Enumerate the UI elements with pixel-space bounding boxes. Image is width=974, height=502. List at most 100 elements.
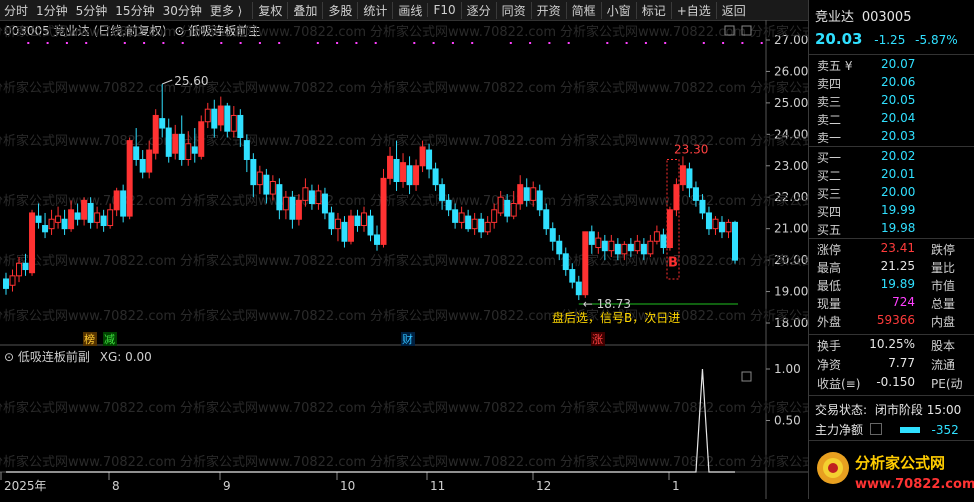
toolbar-button-1[interactable]: 叠加 — [287, 1, 322, 19]
candle-body — [126, 140, 133, 217]
x-tick-label: 10 — [340, 479, 355, 493]
watermark: 分析家公式网www.70822.com — [180, 308, 366, 324]
toolbar-button-9[interactable]: 简框 — [565, 1, 601, 19]
signal-dot — [471, 42, 474, 44]
candle-body — [263, 174, 270, 195]
candle-body — [595, 237, 602, 249]
signal-dot — [702, 42, 705, 44]
kline-chart[interactable]: 27.0026.0025.0024.0023.0022.0021.0020.00… — [0, 20, 808, 499]
watermark: 分析家公式网www.70822.com — [560, 400, 746, 416]
candle-body — [198, 121, 205, 157]
candle-body — [120, 190, 127, 217]
period-5[interactable]: 更多 ⟩ — [206, 2, 247, 19]
grid-icon[interactable] — [869, 423, 882, 435]
signal-dot — [741, 42, 744, 44]
watermark: 分析家公式网www.70822.com — [180, 253, 366, 269]
toolbar-button-8[interactable]: 开资 — [530, 1, 566, 19]
candle-body — [68, 209, 75, 230]
toolbar-button-4[interactable]: 画线 — [392, 1, 427, 19]
watermark: 分析家公式网www.70822.com — [560, 454, 746, 470]
watermark: 分析家公式网www.70822.com — [750, 80, 808, 96]
stat2-label2: PE(动 — [931, 377, 963, 391]
recent-high-label: 23.30 — [674, 142, 708, 156]
price-change: -1.25 — [874, 33, 906, 47]
ask-level-2-label: 卖二 — [817, 113, 842, 127]
ask-level-4: 卖四 20.06 — [815, 75, 974, 93]
toolbar-button-13[interactable]: 返回 — [715, 1, 751, 19]
ask-level-4-label: 卖四 — [817, 77, 842, 91]
watermark: 分析家公式网www.70822.com — [370, 400, 556, 416]
toolbar-button-2[interactable]: 多股 — [322, 1, 357, 19]
ask-level-5: 卖五 ¥ 20.07 — [815, 57, 974, 75]
stat-value: 59366 — [876, 313, 915, 327]
watermark: 分析家公式网www.70822.com — [0, 308, 176, 324]
signal-letter: B — [668, 255, 678, 270]
candle-body — [341, 221, 348, 242]
watermark: 分析家公式网www.70822.com — [750, 193, 808, 209]
candle-body — [653, 231, 660, 242]
period-4[interactable]: 30分钟 — [159, 2, 206, 19]
signal-dot — [258, 42, 261, 44]
signal-dot — [143, 42, 146, 44]
candle-body — [42, 225, 49, 233]
candle-body — [692, 187, 699, 201]
watermark: 分析家公式网www.70822.com — [560, 193, 746, 209]
period-3[interactable]: 15分钟 — [111, 2, 158, 19]
candle-body — [113, 190, 120, 211]
candle-body — [172, 133, 179, 154]
candle-body — [699, 199, 706, 214]
y-tick-label: 19.00 — [774, 285, 808, 299]
candle-body — [426, 149, 433, 170]
toolbar-button-7[interactable]: 同资 — [495, 1, 531, 19]
y-tick-label: 23.00 — [774, 159, 808, 173]
signal-dot — [278, 42, 281, 44]
stat-row-2: 最低 19.89 市值 — [815, 277, 974, 295]
signal-dot — [451, 42, 454, 44]
signal-dot — [46, 42, 49, 44]
signal-dot — [123, 42, 126, 44]
candle-body — [471, 218, 478, 230]
candle-body — [55, 215, 62, 223]
watermark: 分析家公式网www.70822.com — [750, 24, 808, 40]
candle-body — [152, 114, 159, 154]
signal-dot — [374, 42, 377, 44]
watermark: 分析家公式网www.70822.com — [750, 454, 808, 470]
period-2[interactable]: 5分钟 — [72, 2, 112, 19]
candle-body — [725, 221, 732, 233]
candle-body — [302, 187, 309, 201]
candle-body — [660, 234, 667, 249]
candle-body — [627, 243, 634, 252]
candle-body — [3, 278, 9, 289]
candle-body — [393, 158, 400, 183]
toolbar-button-12[interactable]: +自选 — [670, 1, 716, 19]
watermark: 分析家公式网www.70822.com — [370, 80, 556, 96]
candle-body — [224, 105, 231, 132]
signal-dot — [239, 42, 242, 44]
toolbar-button-6[interactable]: 逐分 — [460, 1, 496, 19]
toolbar-button-11[interactable]: 标记 — [635, 1, 671, 19]
stat2-value: -0.150 — [876, 375, 915, 389]
candle-body — [575, 281, 582, 296]
toolbar-button-5[interactable]: F10 — [427, 3, 460, 17]
stat2-value: 10.25% — [869, 337, 915, 351]
signal-dot — [760, 42, 763, 44]
toolbar-button-3[interactable]: 统计 — [357, 1, 392, 19]
candle-body — [582, 231, 589, 296]
bid-level-3-label: 买三 — [817, 187, 842, 201]
net-bar — [899, 427, 920, 433]
period-0[interactable]: 分时 — [0, 2, 32, 19]
signal-dot — [567, 42, 570, 44]
candle-body — [178, 133, 185, 160]
candle-body — [107, 209, 114, 227]
watermark: 分析家公式网www.70822.com — [180, 133, 366, 149]
sub-y-tick-label: 1.00 — [774, 362, 801, 376]
signal-dot — [432, 42, 435, 44]
toolbar-button-10[interactable]: 小窗 — [600, 1, 636, 19]
watermark: 分析家公式网www.70822.com — [750, 308, 808, 324]
toolbar-button-0[interactable]: 复权 — [252, 1, 287, 19]
period-1[interactable]: 1分钟 — [32, 2, 72, 19]
stat-label2: 总量 — [931, 297, 956, 311]
candle-body — [230, 114, 237, 132]
candle-body — [562, 253, 569, 271]
candle-body — [413, 165, 420, 186]
